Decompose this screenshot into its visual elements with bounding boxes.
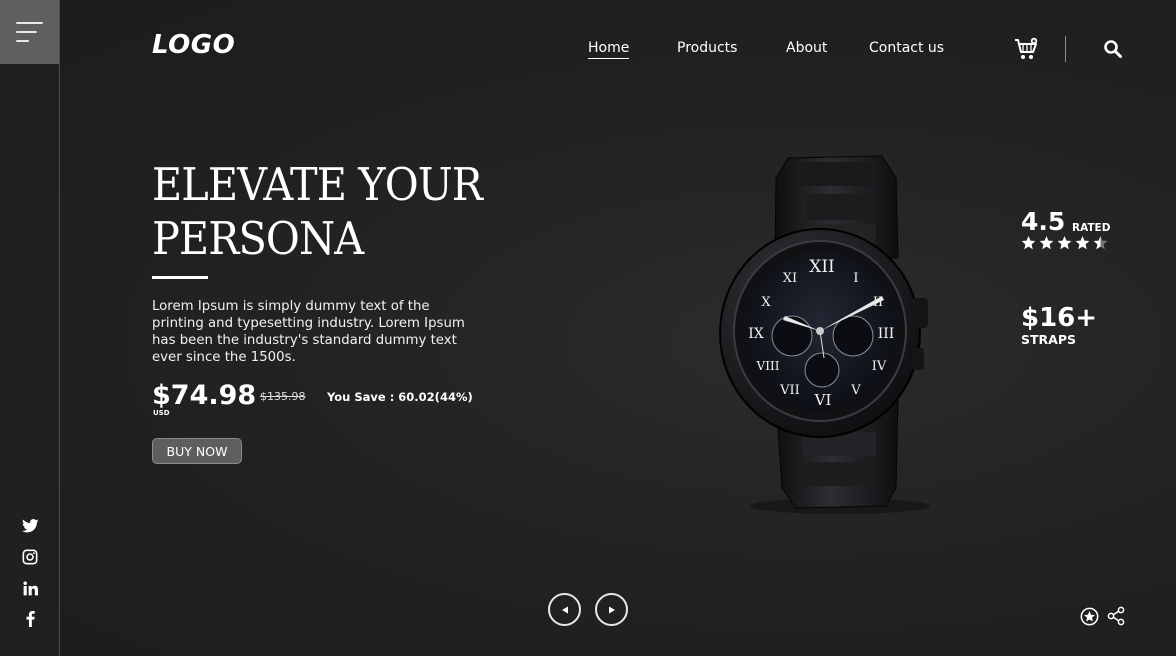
menu-button[interactable] — [0, 0, 59, 64]
svg-text:I: I — [853, 271, 858, 286]
arrow-right-icon — [608, 606, 615, 613]
nav-contact[interactable]: Contact us — [869, 40, 944, 56]
linkedin-icon[interactable] — [17, 577, 43, 599]
you-save: You Save : 60.02(44%) — [327, 390, 473, 404]
prev-arrow-button[interactable] — [548, 593, 581, 626]
header-divider — [1065, 36, 1066, 62]
hero-title-line2: PERSONA — [152, 212, 364, 265]
svg-text:IX: IX — [748, 326, 764, 342]
buy-now-button[interactable]: BUY NOW — [152, 438, 242, 464]
share-icon[interactable] — [1106, 606, 1126, 626]
star-icon — [1039, 236, 1054, 250]
title-underline — [152, 276, 208, 279]
menu-line — [16, 40, 29, 42]
straps-label: STRAPS — [1021, 332, 1076, 347]
svg-text:VIII: VIII — [756, 359, 780, 373]
facebook-icon[interactable] — [17, 608, 43, 630]
price: $74.98 — [152, 380, 257, 411]
hero-title: ELEVATE YOUR PERSONA — [152, 158, 538, 266]
star-icon — [1075, 236, 1090, 250]
svg-text:XII: XII — [809, 257, 835, 277]
star-icon — [1057, 236, 1072, 250]
star-half-icon — [1093, 236, 1108, 250]
favorite-star-icon[interactable] — [1079, 606, 1099, 626]
sidebar — [0, 0, 60, 656]
instagram-icon[interactable] — [17, 546, 43, 568]
price-currency: USD — [153, 409, 170, 417]
hero-title-line1: ELEVATE YOUR — [152, 158, 483, 211]
nav-home[interactable]: Home — [588, 40, 630, 59]
straps-value: $16+ — [1021, 303, 1098, 333]
svg-text:III: III — [878, 326, 895, 342]
twitter-icon[interactable] — [17, 515, 43, 537]
svg-text:X: X — [761, 295, 771, 310]
svg-text:XI: XI — [783, 271, 797, 286]
search-icon[interactable] — [1103, 39, 1123, 63]
svg-text:VI: VI — [814, 391, 832, 409]
watch-image: XII I II III IV V VI VII VIII IX X XI — [719, 155, 930, 514]
old-price: $135.98 — [260, 390, 306, 403]
arrow-left-icon — [561, 606, 568, 613]
menu-line — [16, 22, 43, 24]
rating-stars — [1021, 236, 1108, 250]
rating-value: 4.5 — [1021, 207, 1066, 236]
cart-icon[interactable] — [1013, 37, 1039, 65]
nav-products[interactable]: Products — [677, 40, 737, 56]
svg-text:VII: VII — [779, 383, 800, 398]
next-arrow-button[interactable] — [595, 593, 628, 626]
svg-text:IV: IV — [872, 359, 887, 374]
rating-label: RATED — [1072, 222, 1111, 234]
svg-text:V: V — [850, 383, 861, 398]
menu-line — [16, 31, 37, 33]
nav-about[interactable]: About — [786, 40, 827, 56]
hero-description: Lorem Ipsum is simply dummy text of the … — [152, 299, 465, 365]
logo[interactable]: LOGO — [152, 30, 235, 60]
star-icon — [1021, 236, 1036, 250]
